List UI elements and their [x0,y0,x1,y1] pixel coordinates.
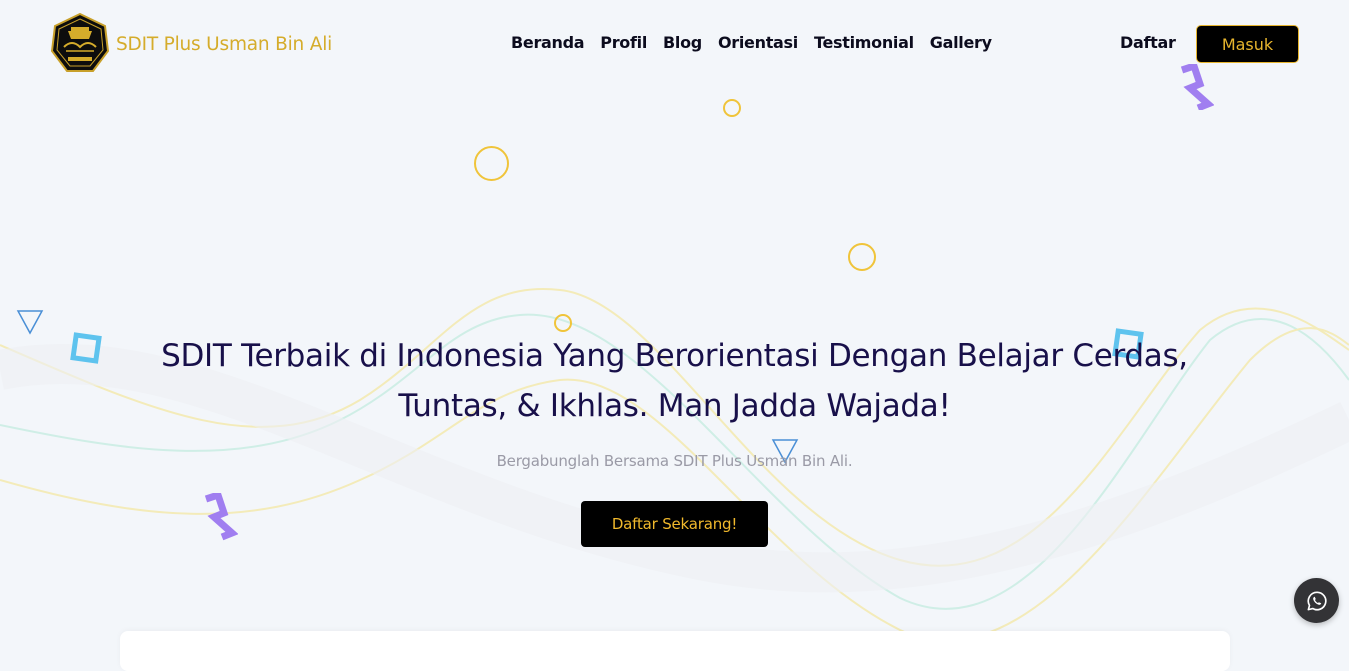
circle-shape [723,99,741,117]
whatsapp-icon [1306,590,1327,611]
nav-item-beranda[interactable]: Beranda [511,33,585,52]
circle-shape [848,243,876,271]
background-waves [0,288,1349,642]
square-shape [70,332,102,364]
brand-link[interactable]: SDIT Plus Usman Bin Ali [50,13,332,75]
nav-item-blog[interactable]: Blog [663,33,702,52]
circle-shape [554,314,572,332]
hero-subtitle: Bergabunglah Bersama SDIT Plus Usman Bin… [496,452,853,470]
navbar: SDIT Plus Usman Bin Ali Beranda Profil B… [0,0,1349,88]
login-button[interactable]: Masuk [1196,25,1299,63]
nav-item-orientasi[interactable]: Orientasi [718,33,798,52]
hero-title: SDIT Terbaik di Indonesia Yang Berorient… [100,331,1249,431]
hero-title-line-1: SDIT Terbaik di Indonesia Yang Berorient… [161,338,1188,374]
hero-title-line-2: Tuntas, & Ikhlas. Man Jadda Wajada! [398,388,951,424]
nav-item-profil[interactable]: Profil [600,33,647,52]
register-link[interactable]: Daftar [1120,33,1176,52]
zigzag-shape-top-right [1180,64,1214,110]
school-crest-logo [50,13,110,72]
circle-shape [474,146,509,181]
zigzag-shape-bottom-left [204,493,238,541]
content-card [120,631,1230,671]
whatsapp-button[interactable] [1294,578,1339,623]
nav-item-gallery[interactable]: Gallery [930,33,992,52]
brand-name: SDIT Plus Usman Bin Ali [116,33,333,55]
nav-item-testimonial[interactable]: Testimonial [814,33,914,52]
register-now-button[interactable]: Daftar Sekarang! [581,501,768,547]
triangle-shape [16,310,44,335]
main-nav: Beranda Profil Blog Orientasi Testimonia… [511,33,992,52]
